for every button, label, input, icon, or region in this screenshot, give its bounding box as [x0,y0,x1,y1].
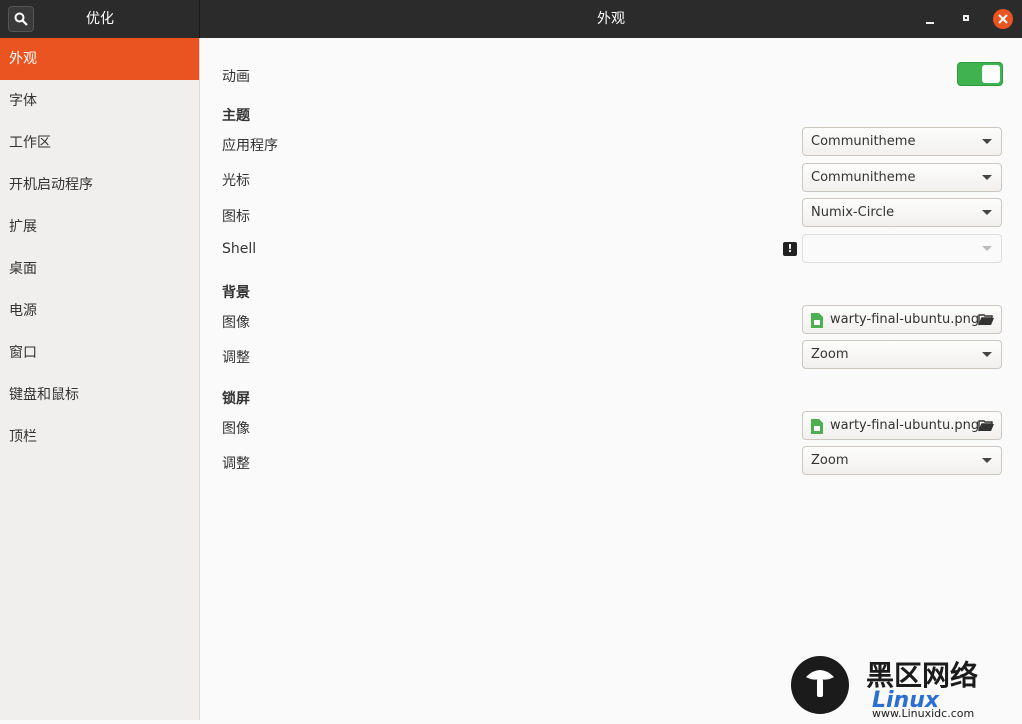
folder-open-icon [978,420,994,432]
watermark: 黑区网络 Linux www.Linuxidc.com [790,655,1022,720]
background-adjust-select[interactable]: Zoom [802,340,1002,369]
maximize-button[interactable] [957,9,977,29]
window-title: 外观 [597,11,625,27]
background-image-label: 图像 [222,315,250,331]
icons-label: 图标 [222,209,250,225]
lockscreen-image-label: 图像 [222,421,250,437]
lockscreen-adjust-select[interactable]: Zoom [802,446,1002,475]
sidebar-item-workspaces[interactable]: 工作区 [0,122,199,164]
background-adjust-value: Zoom [811,347,849,362]
toggle-knob [982,65,1000,83]
background-heading: 背景 [222,285,250,301]
sidebar: 外观 字体 工作区 开机启动程序 扩展 桌面 电源 窗口 键盘和鼠标 顶栏 [0,38,200,720]
lockscreen-heading: 锁屏 [222,391,250,407]
close-icon [998,14,1008,24]
background-adjust-label: 调整 [222,350,250,366]
sidebar-item-windows[interactable]: 窗口 [0,332,199,374]
watermark-url: www.Linuxidc.com [872,707,974,720]
animation-label: 动画 [222,69,250,85]
chevron-down-icon [982,175,992,180]
lockscreen-adjust-label: 调整 [222,456,250,472]
title-bar: 优化 外观 [0,0,1022,38]
search-button[interactable] [8,6,34,32]
chevron-down-icon [982,246,992,251]
chevron-down-icon [982,139,992,144]
background-image-value: warty-final-ubuntu.png [830,312,980,327]
watermark-logo: 黑区网络 Linux www.Linuxidc.com [791,656,978,720]
applications-theme-select[interactable]: Communitheme [802,127,1002,156]
icons-theme-value: Numix-Circle [811,205,895,220]
app-title: 优化 [86,11,114,27]
icons-theme-select[interactable]: Numix-Circle [802,198,1002,227]
cursor-theme-value: Communitheme [811,170,916,185]
chevron-down-icon [982,352,992,357]
close-button[interactable] [993,9,1013,29]
minimize-button[interactable] [920,9,940,29]
lockscreen-adjust-value: Zoom [811,453,849,468]
image-file-icon [811,313,823,328]
sidebar-item-keyboard-mouse[interactable]: 键盘和鼠标 [0,374,199,416]
shell-label: Shell [222,241,257,257]
applications-theme-value: Communitheme [811,134,916,149]
folder-open-icon [978,314,994,326]
chevron-down-icon [982,210,992,215]
sidebar-item-fonts[interactable]: 字体 [0,80,199,122]
sidebar-item-top-bar[interactable]: 顶栏 [0,416,199,458]
sidebar-header: 优化 [0,0,200,38]
lockscreen-image-button[interactable]: warty-final-ubuntu.png [802,411,1002,440]
background-image-button[interactable]: warty-final-ubuntu.png [802,305,1002,334]
sidebar-item-appearance[interactable]: 外观 [0,38,199,80]
sidebar-item-desktop[interactable]: 桌面 [0,248,199,290]
sidebar-item-power[interactable]: 电源 [0,290,199,332]
cursor-theme-select[interactable]: Communitheme [802,163,1002,192]
sidebar-item-extensions[interactable]: 扩展 [0,206,199,248]
settings-panel: 动画 主题 应用程序 Communitheme 光标 Communitheme … [200,38,1022,720]
applications-label: 应用程序 [222,138,278,154]
cursor-label: 光标 [222,173,250,189]
shell-theme-select[interactable] [802,234,1002,263]
image-file-icon [811,419,823,434]
lockscreen-image-value: warty-final-ubuntu.png [830,418,980,433]
themes-heading: 主题 [222,108,250,124]
chevron-down-icon [982,458,992,463]
warning-icon: ! [783,242,797,256]
animation-toggle[interactable] [957,62,1003,86]
search-icon [14,12,28,26]
sidebar-item-startup-apps[interactable]: 开机启动程序 [0,164,199,206]
